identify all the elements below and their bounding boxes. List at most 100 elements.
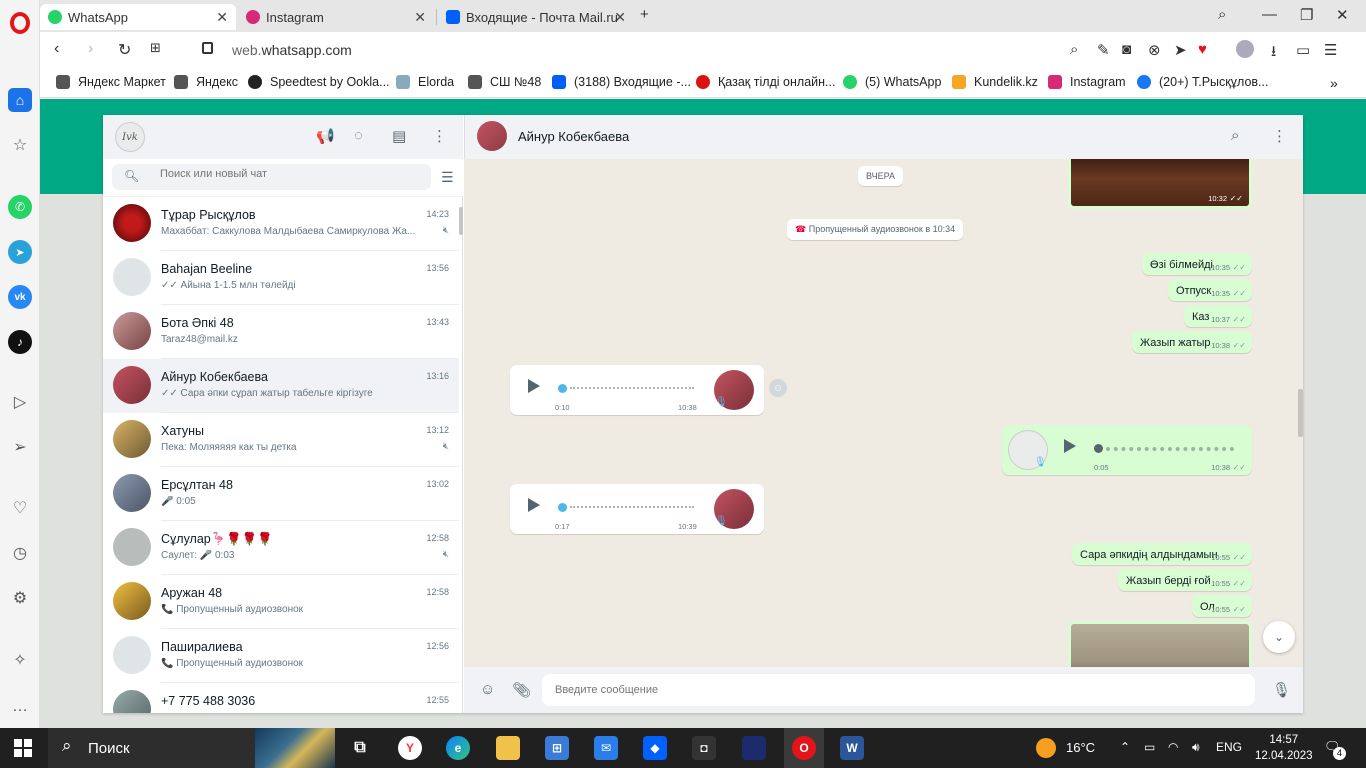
battery-icon[interactable]: ▭	[1296, 41, 1310, 59]
close-window-icon[interactable]: ✕	[1336, 6, 1349, 24]
waveform[interactable]	[1106, 447, 1234, 451]
opera-taskbar-icon[interactable]: O	[792, 736, 816, 760]
dropbox-icon[interactable]: ◆	[643, 736, 667, 760]
mail-app-icon[interactable]: ✉	[594, 736, 618, 760]
bookmark-item[interactable]: Яндекс	[174, 75, 238, 89]
windows-start-icon[interactable]	[14, 739, 32, 757]
bookmark-item[interactable]: (20+) Т.Рысқұлов...	[1137, 75, 1268, 89]
camera-icon[interactable]: ◙	[1122, 41, 1131, 58]
progress-handle[interactable]	[1094, 444, 1103, 453]
chat-item[interactable]: Бота Әпкі 48 13:43 Taraz48@mail.kz	[103, 305, 459, 359]
file-explorer-icon[interactable]	[496, 736, 520, 760]
chat-item[interactable]: Bahajan Beeline 13:56 ✓✓ Айына 1-1.5 млн…	[103, 251, 459, 305]
new-tab-icon[interactable]: +	[640, 6, 649, 23]
adblock-icon[interactable]: ⊗	[1148, 41, 1161, 59]
battery-tray-icon[interactable]: ▭	[1144, 740, 1155, 754]
url-field[interactable]: web.whatsapp.com	[232, 42, 352, 58]
avatar[interactable]	[477, 121, 507, 151]
language-indicator[interactable]: ENG	[1216, 740, 1242, 754]
lock-icon[interactable]	[202, 42, 213, 54]
bookmark-item[interactable]: Яндекс Маркет	[56, 75, 166, 89]
notifications-icon[interactable]: 🗨︎ 4	[1324, 739, 1346, 760]
bookmark-item[interactable]: Speedtest by Ookla...	[248, 75, 390, 89]
filter-icon[interactable]: ☰	[441, 169, 454, 186]
message-input[interactable]	[542, 674, 1255, 706]
task-view-icon[interactable]: ⧉	[348, 736, 372, 760]
opera-logo-icon[interactable]	[10, 12, 30, 34]
telegram-sidebar-icon[interactable]: ➤	[8, 240, 32, 264]
whatsapp-sidebar-icon[interactable]: ✆	[8, 195, 32, 219]
bookmark-item[interactable]: Kundelik.kz	[952, 75, 1038, 89]
easy-setup-icon[interactable]: ☰	[1324, 41, 1337, 59]
restore-icon[interactable]: ❐	[1300, 6, 1313, 24]
outgoing-message[interactable]: Өзі білмейді 10:35 ✓✓	[1142, 253, 1252, 275]
app-icon[interactable]	[742, 736, 766, 760]
menu-icon[interactable]: ⋮	[1272, 127, 1287, 145]
communities-icon[interactable]: 📢	[316, 127, 335, 145]
play-button[interactable]	[1064, 439, 1076, 453]
contact-name[interactable]: Айнур Кобекбаева	[518, 129, 629, 144]
tray-expand-icon[interactable]: ⌃	[1120, 740, 1130, 754]
tab-whatsapp[interactable]: WhatsApp ✕	[40, 4, 236, 30]
send-icon[interactable]: ➢	[8, 435, 32, 459]
tab-search-icon[interactable]: ⌕	[1218, 6, 1226, 23]
bookmark-item[interactable]: Қазақ тілді онлайн...	[696, 75, 835, 89]
close-icon[interactable]: ✕	[614, 9, 626, 26]
chat-item[interactable]: Хатуны 13:12 Пека: Моляяяяя как ты детка…	[103, 413, 459, 467]
heart-icon[interactable]: ♡	[8, 496, 32, 520]
attach-icon[interactable]: 📎︎	[512, 681, 531, 699]
chat-item-selected[interactable]: Айнур Кобекбаева 13:16 ✓✓ Сара әпки сұра…	[103, 359, 459, 413]
outgoing-message[interactable]: Ол 10:55 ✓✓	[1192, 595, 1252, 617]
menu-icon[interactable]: ⋮	[432, 127, 447, 145]
back-icon[interactable]: ‹	[54, 40, 59, 58]
zoom-icon[interactable]: ⌕	[1070, 41, 1078, 58]
voice-message[interactable]: 0:17 10:39 🎙︎	[510, 484, 764, 534]
download-icon[interactable]: ⭳	[1271, 41, 1276, 66]
search-icon[interactable]: ⌕	[1231, 127, 1239, 144]
progress-handle[interactable]	[558, 503, 567, 512]
heart-fill-icon[interactable]: ♥	[1198, 41, 1207, 58]
star-icon[interactable]: ☆	[8, 133, 32, 157]
chat-item[interactable]: +7 775 488 3036 12:55	[103, 683, 459, 713]
yandex-browser-icon[interactable]: Y	[398, 736, 422, 760]
chat-item[interactable]: Тұрар Рысқұлов 14:23 Махаббат: Саккулова…	[103, 197, 459, 251]
reload-icon[interactable]: ↻	[118, 40, 131, 60]
voice-message[interactable]: 0:10 10:38 🎙︎	[510, 365, 764, 415]
outgoing-message[interactable]: Отпуск 10:35 ✓✓	[1168, 279, 1252, 301]
mic-icon[interactable]: 🎙︎	[1272, 681, 1291, 699]
scroll-down-button[interactable]: ⌄	[1263, 621, 1295, 653]
word-icon[interactable]: W	[840, 736, 864, 760]
bulb-icon[interactable]: ✧	[8, 648, 32, 672]
play-button[interactable]	[528, 379, 540, 393]
app-icon[interactable]: ◘	[692, 736, 716, 760]
outgoing-message[interactable]: Жазып жатыр 10:38 ✓✓	[1132, 331, 1252, 353]
player-icon[interactable]: ▷	[8, 390, 32, 414]
chat-item[interactable]: Сұлулар🦩🌹🌹🌹 12:58 Саулет: 🎤 0:03 🔇︎	[103, 521, 459, 575]
bookmark-item[interactable]: СШ №48	[468, 75, 541, 89]
bookmark-item[interactable]: Instagram	[1048, 75, 1126, 89]
chat-list-scrollbar[interactable]	[459, 207, 463, 235]
progress-handle[interactable]	[558, 384, 567, 393]
my-avatar[interactable]: Ivk	[115, 122, 145, 152]
outgoing-message[interactable]: Каз 10:37 ✓✓	[1184, 305, 1252, 327]
close-icon[interactable]: ✕	[216, 9, 228, 26]
search-highlight-image[interactable]	[255, 728, 335, 768]
bookmarks-more-icon[interactable]: »	[1330, 75, 1338, 91]
more-icon[interactable]: …	[8, 695, 32, 719]
tiktok-sidebar-icon[interactable]: ♪	[8, 330, 32, 354]
profile-icon[interactable]	[1236, 40, 1254, 58]
status-icon[interactable]: ◌	[354, 127, 363, 144]
bookmark-item[interactable]: (3188) Входящие -...	[552, 75, 691, 89]
outgoing-message[interactable]: Жазып берді ғой 10:55 ✓✓	[1118, 569, 1252, 591]
tabs-grid-icon[interactable]: ⊞	[150, 40, 161, 56]
temperature[interactable]: 16°C	[1066, 740, 1095, 755]
tab-instagram[interactable]: Instagram ✕	[238, 4, 434, 30]
conversation-header[interactable]: Айнур Кобекбаева ⌕ ⋮	[464, 115, 1303, 159]
voice-message[interactable]: 🎙︎ 0:05 10:38 ✓✓	[1002, 425, 1252, 475]
image-message[interactable]: 10:32 ✓✓	[1068, 159, 1252, 209]
message-scrollbar[interactable]	[1298, 389, 1303, 437]
outgoing-message[interactable]: Сара әпкидің алдындамын 10:55 ✓✓	[1072, 543, 1252, 565]
minimize-icon[interactable]: —	[1262, 6, 1277, 23]
search-input[interactable]	[160, 168, 420, 180]
edit-icon[interactable]: ✎	[1097, 41, 1110, 59]
